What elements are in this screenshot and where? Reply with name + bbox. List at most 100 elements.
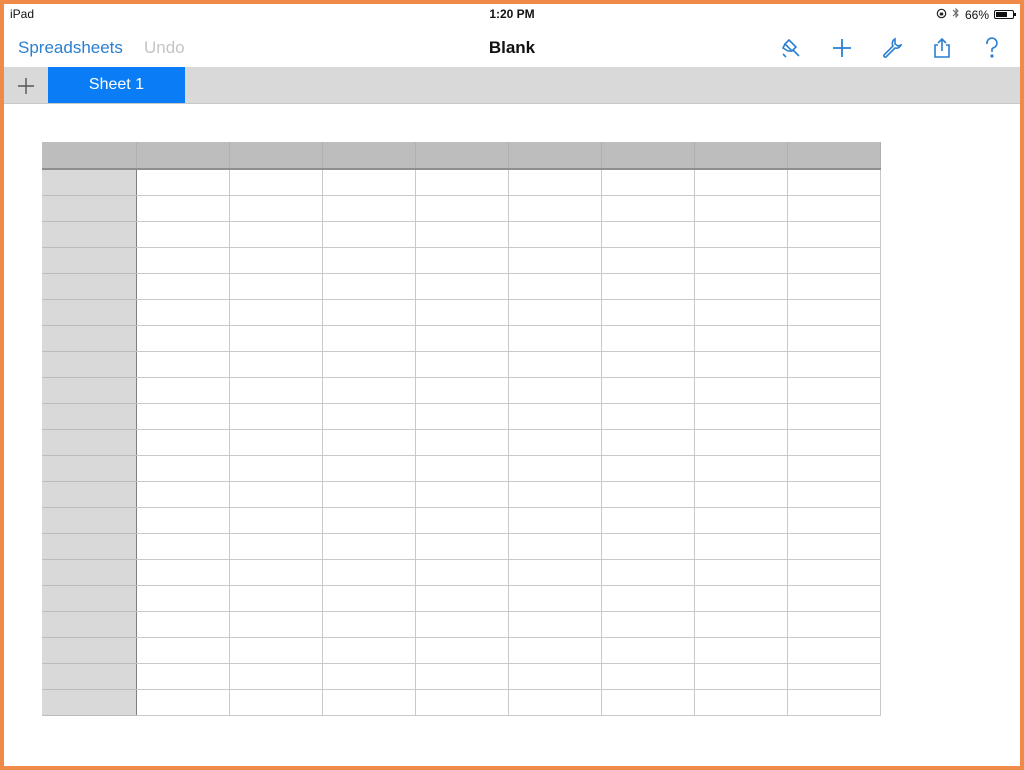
table-cell[interactable] [694,247,788,274]
format-button[interactable] [778,33,806,63]
table-cell[interactable] [136,507,230,534]
table-cell[interactable] [601,195,695,222]
row-header-cell[interactable] [42,221,137,248]
table-cell[interactable] [322,663,416,690]
table-cell[interactable] [601,585,695,612]
table-cell[interactable] [508,351,602,378]
table-cell[interactable] [322,195,416,222]
table-cell[interactable] [694,403,788,430]
table-cell[interactable] [508,585,602,612]
help-button[interactable] [978,33,1006,63]
row-header-cell[interactable] [42,559,137,586]
table-cell[interactable] [508,455,602,482]
table-cell[interactable] [508,325,602,352]
tab-sheet-1[interactable]: Sheet 1 [48,67,185,103]
table-cell[interactable] [136,455,230,482]
table-cell[interactable] [229,221,323,248]
table-cell[interactable] [787,273,881,300]
add-sheet-button[interactable] [12,73,40,99]
table-cell[interactable] [136,429,230,456]
table-cell[interactable] [136,637,230,664]
table-cell[interactable] [322,585,416,612]
table-cell[interactable] [136,377,230,404]
table-cell[interactable] [415,455,509,482]
table-cell[interactable] [601,169,695,196]
table-cell[interactable] [322,299,416,326]
table-cell[interactable] [787,585,881,612]
table-cell[interactable] [229,429,323,456]
table-cell[interactable] [322,533,416,560]
table-cell[interactable] [229,663,323,690]
table-cell[interactable] [787,195,881,222]
table-cell[interactable] [136,325,230,352]
table-cell[interactable] [694,637,788,664]
table-cell[interactable] [415,611,509,638]
table-cell[interactable] [415,507,509,534]
table-cell[interactable] [322,507,416,534]
table-cell[interactable] [694,611,788,638]
table-cell[interactable] [322,559,416,586]
table-cell[interactable] [136,663,230,690]
table-cell[interactable] [601,507,695,534]
table-cell[interactable] [787,221,881,248]
table-cell[interactable] [136,221,230,248]
table-cell[interactable] [508,247,602,274]
table-cell[interactable] [601,247,695,274]
table-cell[interactable] [601,637,695,664]
table-cell[interactable] [694,663,788,690]
table-cell[interactable] [415,403,509,430]
table-cell[interactable] [601,351,695,378]
table-cell[interactable] [787,377,881,404]
table-cell[interactable] [415,585,509,612]
table-cell[interactable] [694,481,788,508]
table-cell[interactable] [694,585,788,612]
table-cell[interactable] [508,299,602,326]
table-cell[interactable] [229,169,323,196]
table-cell[interactable] [322,273,416,300]
table-cell[interactable] [694,689,788,716]
table-cell[interactable] [415,663,509,690]
row-header-cell[interactable] [42,585,137,612]
table-cell[interactable] [787,611,881,638]
table-cell[interactable] [508,377,602,404]
table-cell[interactable] [787,481,881,508]
row-header-cell[interactable] [42,663,137,690]
table-cell[interactable] [787,689,881,716]
share-button[interactable] [928,33,956,63]
table-cell[interactable] [787,325,881,352]
table-cell[interactable] [694,351,788,378]
tools-button[interactable] [878,33,906,63]
table-cell[interactable] [229,559,323,586]
table-cell[interactable] [694,429,788,456]
table-cell[interactable] [322,429,416,456]
row-header-cell[interactable] [42,689,137,716]
table-cell[interactable] [136,585,230,612]
table-cell[interactable] [694,507,788,534]
table-cell[interactable] [601,403,695,430]
table-cell[interactable] [601,325,695,352]
table-cell[interactable] [229,325,323,352]
table-cell[interactable] [694,221,788,248]
table-cell[interactable] [508,663,602,690]
table-cell[interactable] [508,169,602,196]
table-cell[interactable] [415,351,509,378]
table-cell[interactable] [322,637,416,664]
table-cell[interactable] [322,221,416,248]
table-cell[interactable] [322,325,416,352]
table-cell[interactable] [322,403,416,430]
table-cell[interactable] [787,169,881,196]
table-cell[interactable] [322,377,416,404]
table-cell[interactable] [601,299,695,326]
table-cell[interactable] [229,455,323,482]
row-header-cell[interactable] [42,455,137,482]
column-header-cell[interactable] [694,142,788,170]
row-header-cell[interactable] [42,169,137,196]
table-cell[interactable] [322,481,416,508]
table-cell[interactable] [787,351,881,378]
table-cell[interactable] [322,351,416,378]
table-cell[interactable] [229,533,323,560]
table-cell[interactable] [601,663,695,690]
table-cell[interactable] [136,403,230,430]
table-cell[interactable] [322,689,416,716]
table-cell[interactable] [787,507,881,534]
